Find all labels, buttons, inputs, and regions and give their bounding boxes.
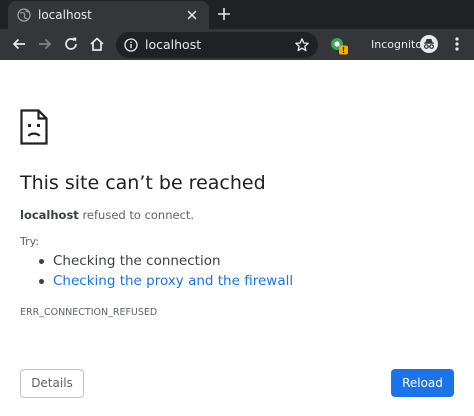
globe-icon [17,8,31,22]
suggestion-proxy-firewall-link[interactable]: Checking the proxy and the firewall [53,273,293,289]
browser-toolbar: localhost ! Incognito [0,29,474,60]
suggestion-item: Checking the connection [38,251,293,271]
info-icon[interactable] [124,38,138,52]
address-bar[interactable]: localhost [116,32,318,58]
tab-title: localhost [38,8,92,22]
bullet-icon [39,279,44,284]
bookmark-star-icon[interactable] [294,37,310,53]
error-code: ERR_CONNECTION_REFUSED [20,307,158,318]
suggestion-item: Checking the proxy and the firewall [38,271,293,291]
more-vert-icon[interactable] [452,35,462,53]
sad-document-icon [20,109,48,145]
new-tab-plus-icon[interactable] [216,6,232,22]
home-icon[interactable] [88,35,106,53]
incognito-label: Incognito [371,38,423,51]
address-bar-url: localhost [145,37,202,52]
error-message-text: refused to connect. [82,208,195,222]
extension-badge: ! [342,46,345,55]
reload-button[interactable]: Reload [391,369,454,397]
incognito-icon[interactable] [420,35,438,53]
close-icon[interactable] [185,8,199,22]
bullet-icon [39,259,44,264]
error-host: localhost [20,208,79,222]
error-message: localhost refused to connect. [20,207,194,223]
tab-strip: localhost [0,0,474,29]
reload-icon[interactable] [62,35,80,53]
try-label: Try: [20,235,40,248]
suggestion-check-connection: Checking the connection [53,253,221,269]
suggestion-list: Checking the connection Checking the pro… [38,251,293,291]
error-title: This site can’t be reached [20,172,266,194]
details-button[interactable]: Details [20,369,84,398]
back-arrow-icon[interactable] [10,35,28,53]
forward-arrow-icon[interactable] [36,35,54,53]
browser-tab[interactable]: localhost [8,1,209,29]
extension-icon[interactable]: ! [329,35,349,55]
